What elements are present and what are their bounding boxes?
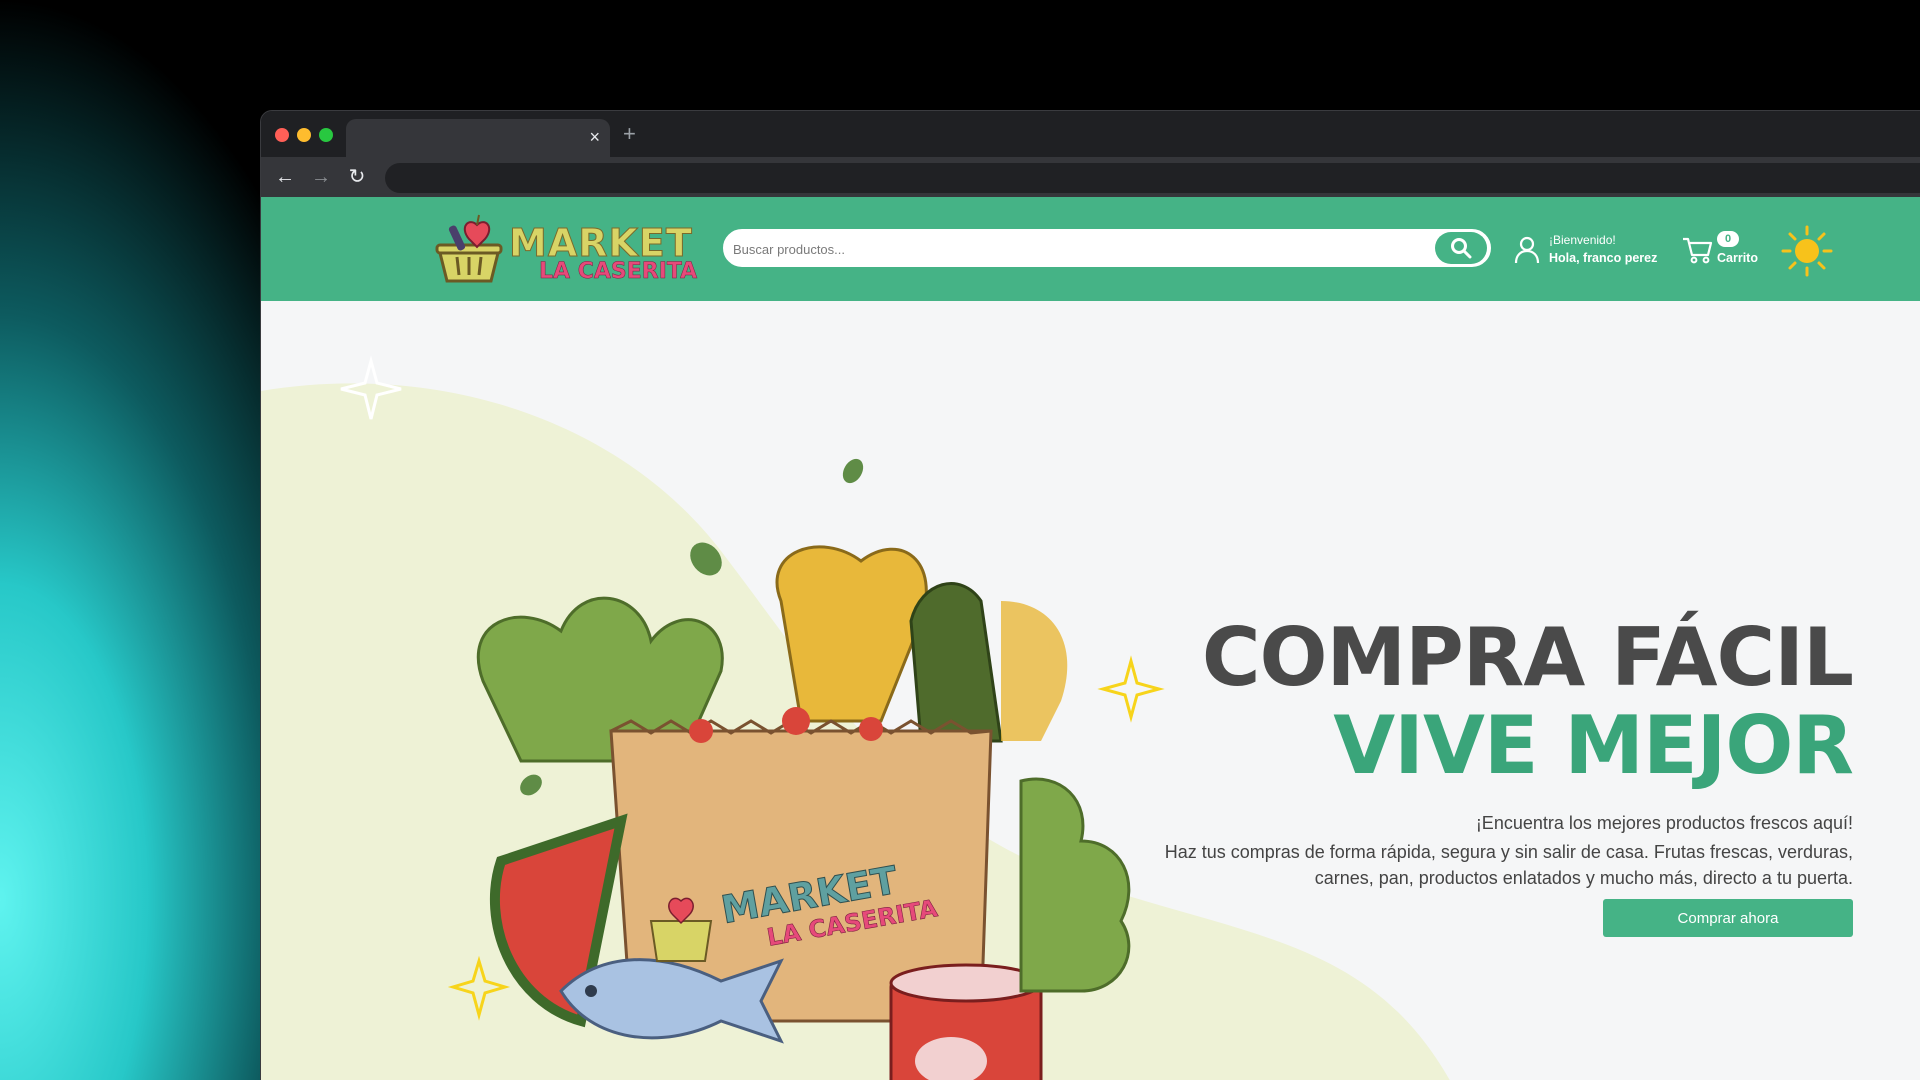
browser-toolbar: ← → ↻	[261, 157, 1920, 197]
search-input[interactable]	[733, 237, 1423, 261]
close-window-button[interactable]	[275, 128, 289, 142]
tab-bar: × +	[261, 111, 1920, 157]
hero-lead: ¡Encuentra los mejores productos frescos…	[1475, 813, 1853, 833]
theme-toggle-button[interactable]	[1779, 223, 1835, 279]
new-tab-button[interactable]: +	[623, 121, 636, 147]
user-account[interactable]: ¡Bienvenido! Hola, franco perez	[1513, 231, 1673, 271]
browser-window: × + ← → ↻ MARKET LA CASERITA Buscar prod…	[260, 110, 1920, 1080]
address-bar[interactable]	[385, 163, 1920, 193]
user-name: Hola, franco perez	[1549, 251, 1658, 265]
basket-logo-icon	[435, 214, 503, 283]
hero-description: Haz tus compras de forma rápida, segura …	[1164, 842, 1853, 888]
cart-button[interactable]: 0 Carrito	[1681, 231, 1765, 271]
sun-icon	[1781, 225, 1833, 277]
cart-count-badge: 0	[1717, 231, 1739, 247]
site-logo[interactable]: MARKET LA CASERITA	[429, 211, 709, 287]
hero-title-line2: VIVE MEJOR	[1333, 699, 1854, 792]
browser-tab[interactable]: ×	[346, 119, 610, 157]
greeting-text: ¡Bienvenido!	[1549, 233, 1616, 247]
maximize-window-button[interactable]	[319, 128, 333, 142]
hero-title-line1: COMPRA FÁCIL	[1201, 611, 1854, 704]
close-tab-icon[interactable]: ×	[589, 127, 600, 147]
site-header: MARKET LA CASERITA ¡Bienvenido!	[261, 197, 1920, 301]
reload-button[interactable]: ↻	[345, 165, 369, 189]
shop-now-button[interactable]: Comprar ahora	[1603, 899, 1853, 937]
search-bar	[723, 229, 1491, 267]
logo-text-caserita: LA CASERITA	[539, 259, 698, 285]
back-button[interactable]: ←	[273, 165, 297, 189]
cart-icon	[1683, 237, 1713, 264]
forward-button[interactable]: →	[309, 165, 333, 189]
minimize-window-button[interactable]	[297, 128, 311, 142]
user-icon	[1514, 236, 1540, 264]
web-page: MARKET LA CASERITA ¡Bienvenido!	[261, 197, 1920, 1080]
search-icon	[1451, 238, 1472, 259]
hero-section: MARKET LA CASERITA COMPRA FÁCIL VIVE MEJ…	[261, 301, 1920, 1080]
cart-label: Carrito	[1717, 251, 1758, 265]
search-button[interactable]	[1435, 232, 1487, 264]
